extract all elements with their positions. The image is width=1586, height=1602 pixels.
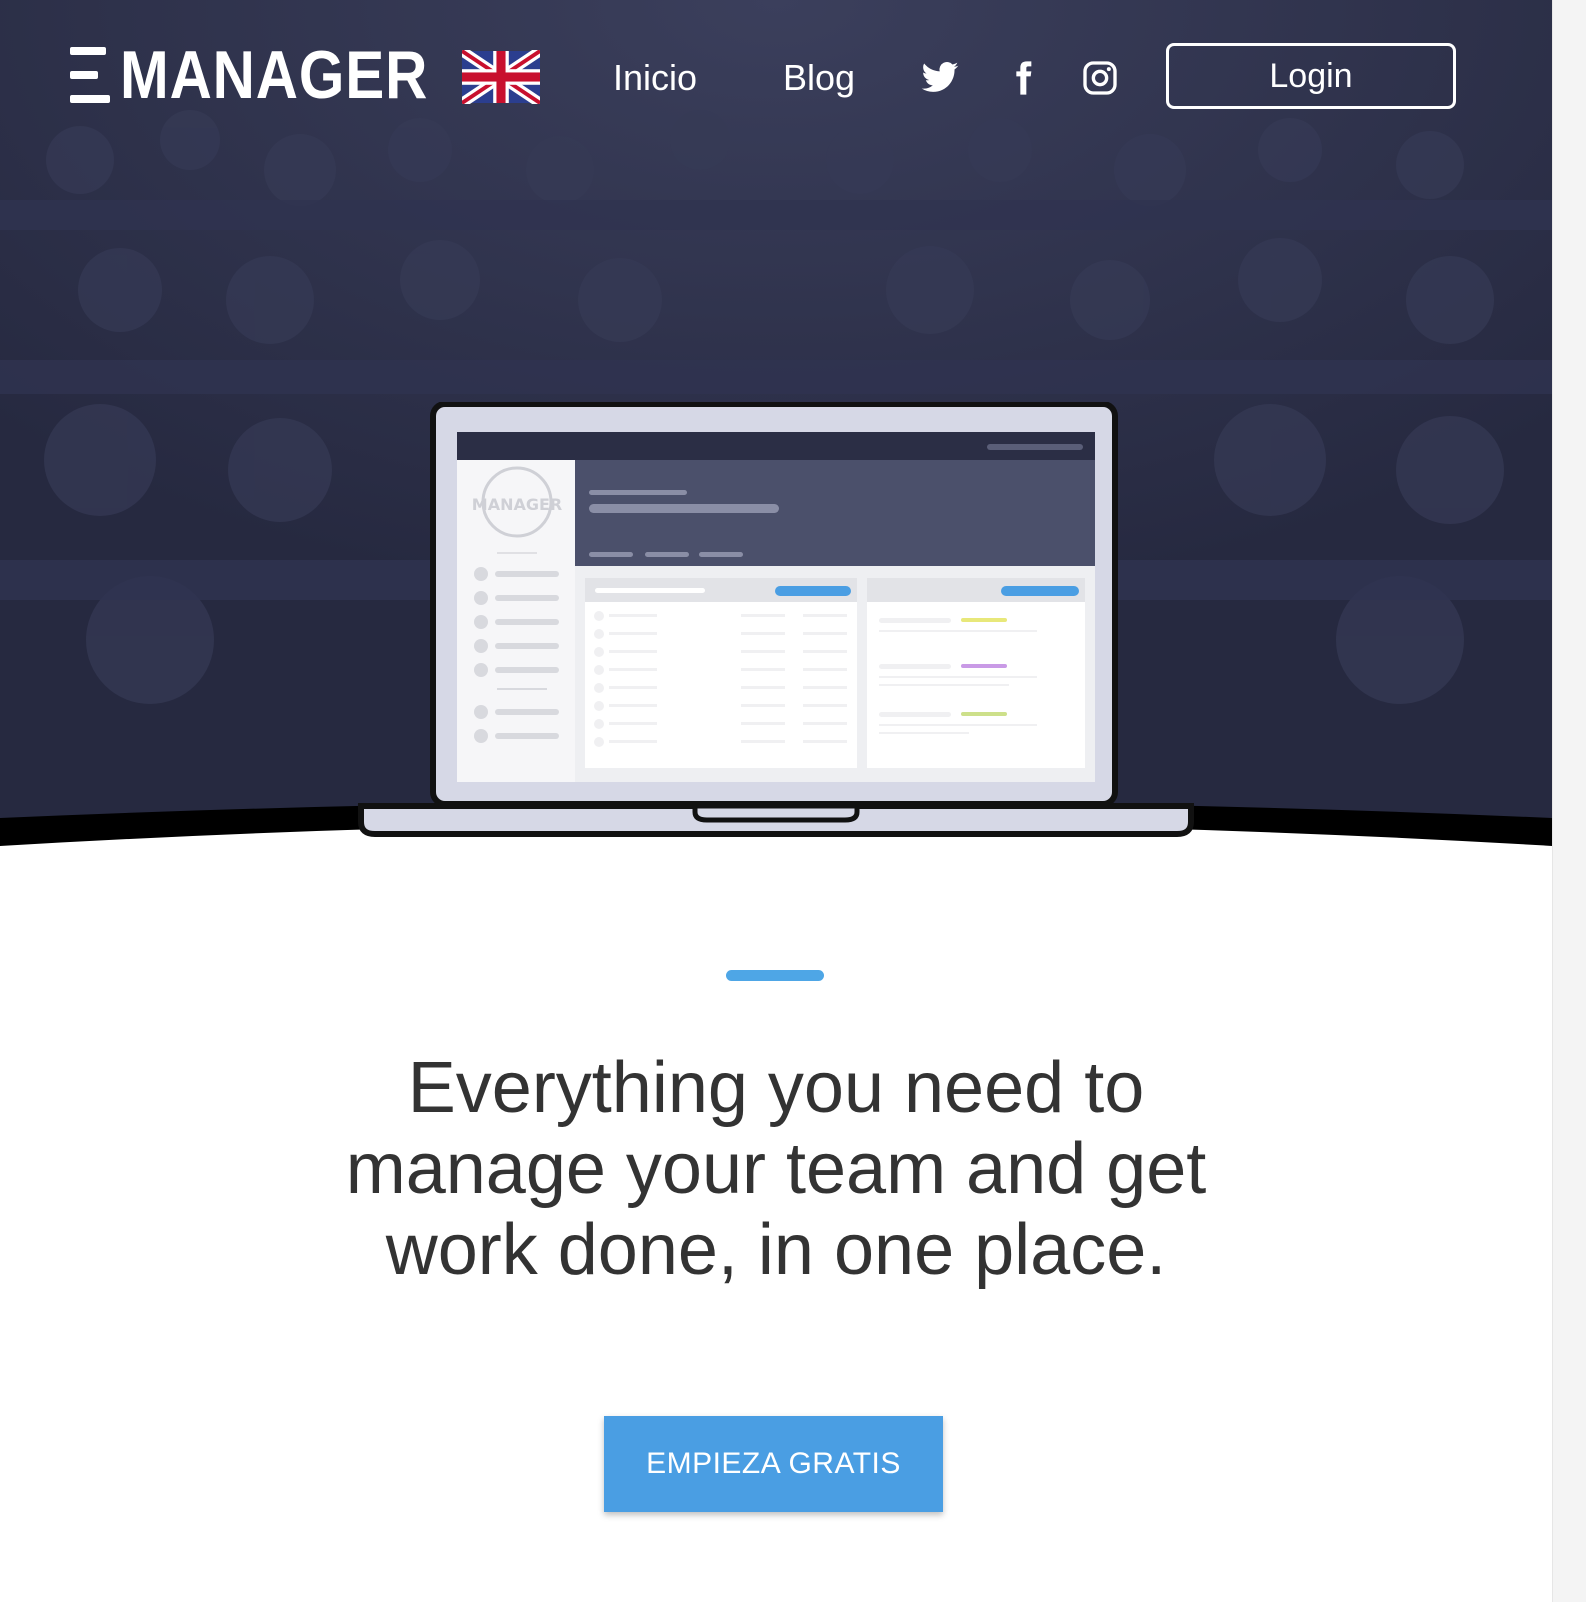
- hero-section: MANAGER Inicio Blog Login MANAGER: [0, 0, 1552, 870]
- uk-flag-icon[interactable]: [462, 50, 540, 104]
- login-button[interactable]: Login: [1166, 43, 1456, 109]
- start-free-button[interactable]: EMPIEZA GRATIS: [604, 1416, 943, 1512]
- laptop-dashboard-illustration: MANAGER: [358, 402, 1194, 837]
- twitter-icon[interactable]: [920, 58, 960, 98]
- nav-link-inicio[interactable]: Inicio: [613, 58, 697, 98]
- svg-text:MANAGER: MANAGER: [472, 495, 562, 514]
- facebook-icon[interactable]: [1003, 58, 1043, 98]
- nav-link-blog[interactable]: Blog: [783, 58, 855, 98]
- instagram-icon[interactable]: [1080, 58, 1120, 98]
- section-divider: [726, 970, 824, 981]
- brand-logo[interactable]: MANAGER: [70, 37, 478, 113]
- page-scrollbar-gutter: [1552, 0, 1586, 1602]
- hero-headline: Everything you need to manage your team …: [345, 1048, 1207, 1290]
- logo-mark-icon: [70, 47, 110, 103]
- brand-name: MANAGER: [120, 37, 429, 113]
